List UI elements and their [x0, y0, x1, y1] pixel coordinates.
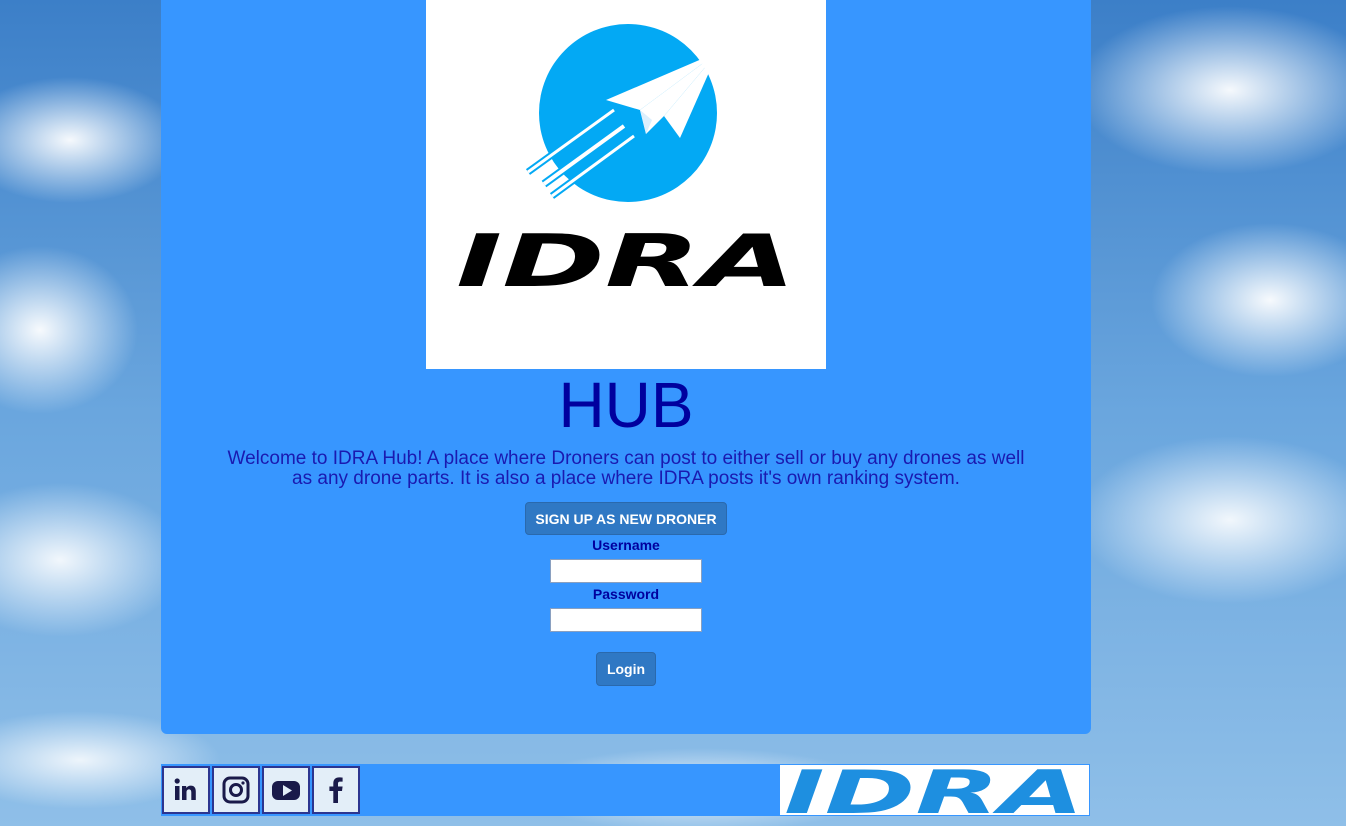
idra-logo: IDRA [426, 0, 826, 369]
facebook-icon [329, 777, 343, 803]
password-field[interactable] [550, 608, 702, 632]
footer-idra-logo: IDRA [780, 765, 1089, 815]
login-button[interactable]: Login [596, 652, 656, 686]
main-panel: IDRA HUB Welcome to IDRA Hub! A place wh… [161, 0, 1091, 734]
welcome-text: Welcome to IDRA Hub! A place where Drone… [227, 448, 1025, 489]
linkedin-link[interactable] [162, 766, 210, 814]
signup-button[interactable]: SIGN UP AS NEW DRONER [525, 502, 727, 535]
logo-brand-text: IDRA [456, 219, 796, 303]
linkedin-icon [174, 778, 196, 800]
paper-plane-rocket-icon: IDRA [456, 24, 796, 303]
youtube-icon [272, 781, 300, 800]
facebook-link[interactable] [312, 766, 360, 814]
username-label: Username [592, 537, 660, 553]
youtube-link[interactable] [262, 766, 310, 814]
hub-title: HUB [558, 369, 694, 441]
password-label: Password [592, 586, 660, 602]
instagram-icon [222, 776, 250, 804]
footer-logo-text: IDRA [784, 765, 1084, 815]
instagram-link[interactable] [212, 766, 260, 814]
username-field[interactable] [550, 559, 702, 583]
